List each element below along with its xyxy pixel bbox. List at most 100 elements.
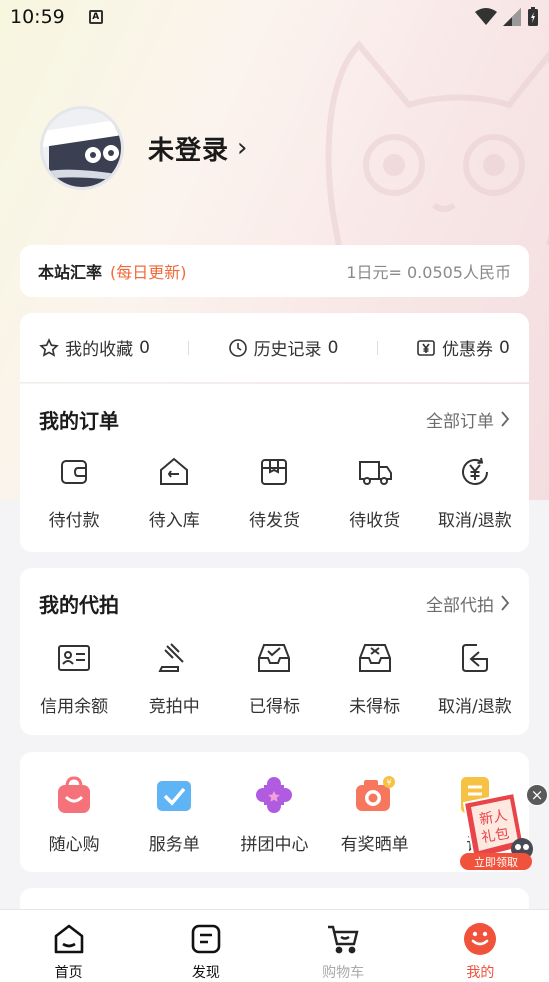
history-count: 0 (327, 337, 339, 358)
divider (376, 340, 378, 355)
order-pending-receipt[interactable]: 待收货 (325, 452, 425, 531)
coupon-link[interactable]: 优惠券 0 (416, 335, 510, 360)
tool-reward-review[interactable]: ¥ 有奖晒单 (325, 774, 425, 855)
coupon-label: 优惠券 (441, 340, 493, 360)
star-icon (39, 337, 60, 357)
chevron-right-icon (501, 411, 510, 427)
bids-header: 我的代拍 全部代拍 (20, 568, 529, 638)
tab-label: 我的 (466, 965, 495, 981)
orders-section: 我的订单 全部订单 待付款 待入库 待发货 待收货 取消/退款 (20, 384, 529, 552)
history-label: 历史记录 (253, 340, 322, 360)
bids-grid: 信用余额 竞拍中 已得标 未得标 取消/退款 (20, 638, 529, 717)
all-orders-link[interactable]: 全部订单 (426, 407, 510, 432)
tab-discover[interactable]: 发现 (137, 910, 274, 982)
tool-group-buy-center[interactable]: 拼团中心 (224, 774, 324, 855)
quick-links-bar: 我的收藏 0 历史记录 0 优惠券 0 (20, 313, 529, 383)
puzzle-icon (253, 774, 295, 816)
order-pending-payment[interactable]: 待付款 (24, 452, 124, 531)
new-user-gift-badge[interactable]: 新人 礼包 立即领取 (458, 789, 536, 873)
orders-header: 我的订单 全部订单 (20, 384, 529, 454)
bid-in-progress[interactable]: 竞拍中 (124, 638, 224, 717)
return-icon (455, 638, 495, 678)
bid-credit-balance[interactable]: 信用余额 (24, 638, 124, 717)
tab-home[interactable]: 首页 (0, 910, 137, 982)
tab-label: 发现 (191, 965, 220, 981)
wallet-icon (54, 452, 94, 492)
tab-profile[interactable]: 我的 (412, 910, 549, 982)
login-label[interactable]: 未登录 (148, 130, 229, 167)
bid-won[interactable]: 已得标 (224, 638, 324, 717)
order-item-label: 待收货 (349, 511, 401, 531)
all-bids-link[interactable]: 全部代拍 (426, 591, 510, 616)
inbox-check-icon (254, 638, 294, 678)
close-icon[interactable]: × (526, 784, 548, 806)
tool-random-buy[interactable]: 随心购 (24, 774, 124, 855)
tool-label: 随心购 (48, 835, 100, 855)
rate-hint: (每日更新) (110, 263, 187, 282)
favorites-link[interactable]: 我的收藏 0 (39, 335, 150, 360)
order-item-label: 待入库 (148, 511, 200, 531)
refund-icon (455, 452, 495, 492)
bid-item-label: 取消/退款 (437, 697, 512, 717)
bids-title: 我的代拍 (39, 592, 119, 617)
gavel-icon (154, 638, 194, 678)
rate-title: 本站汇率 (38, 263, 103, 282)
signal-icon (503, 8, 521, 26)
tool-label: 拼团中心 (240, 835, 309, 855)
notification-badge-icon: A (88, 10, 103, 24)
favorites-label: 我的收藏 (65, 340, 134, 360)
wifi-icon (475, 8, 497, 25)
chevron-right-icon (501, 595, 510, 611)
tab-label: 购物车 (322, 965, 365, 981)
order-pending-warehouse[interactable]: 待入库 (124, 452, 224, 531)
clock-icon (228, 338, 247, 357)
bid-item-label: 竞拍中 (148, 697, 200, 717)
tools-section: 随心购 服务单 拼团中心 ¥ 有奖晒单 评 (20, 752, 529, 872)
orders-grid: 待付款 待入库 待发货 待收货 取消/退款 (20, 452, 529, 531)
check-card-icon (153, 774, 195, 816)
tool-service-orders[interactable]: 服务单 (124, 774, 224, 855)
orders-title: 我的订单 (39, 408, 119, 433)
history-link[interactable]: 历史记录 0 (228, 335, 339, 360)
bottom-tab-bar: 首页 发现 购物车 我的 (0, 909, 549, 982)
bid-item-label: 信用余额 (40, 697, 109, 717)
coupon-icon (417, 339, 435, 356)
warehouse-icon (154, 452, 194, 492)
truck-icon (355, 452, 395, 492)
bid-lost[interactable]: 未得标 (325, 638, 425, 717)
status-time: 10:59 (10, 6, 65, 28)
box-icon (254, 452, 294, 492)
svg-text:¥: ¥ (386, 778, 391, 787)
cat-avatar-icon (43, 109, 121, 187)
home-icon (54, 924, 83, 954)
order-item-label: 待付款 (48, 511, 100, 531)
tab-cart[interactable]: 购物车 (275, 910, 412, 982)
avatar[interactable] (40, 106, 124, 190)
chevron-right-icon: › (237, 133, 248, 163)
cat-watermark-icon (325, 40, 549, 246)
order-pending-shipment[interactable]: 待发货 (224, 452, 324, 531)
exchange-rate-card: 本站汇率 (每日更新) 1日元= 0.0505人民币 (20, 245, 529, 297)
tool-label: 服务单 (148, 835, 200, 855)
cart-icon (328, 925, 359, 954)
divider (188, 340, 190, 355)
id-card-icon (54, 638, 94, 678)
coupon-count: 0 (498, 337, 510, 358)
profile-face-icon (464, 923, 497, 955)
order-item-label: 取消/退款 (437, 511, 512, 531)
tab-label: 首页 (54, 965, 83, 981)
bid-item-label: 未得标 (349, 697, 401, 717)
favorites-count: 0 (139, 337, 150, 358)
all-orders-label: 全部订单 (426, 411, 494, 432)
gift-action-label: 立即领取 (474, 855, 518, 869)
status-indicators (475, 7, 539, 27)
all-bids-label: 全部代拍 (426, 595, 494, 616)
bid-refund[interactable]: 取消/退款 (425, 638, 525, 717)
camera-icon: ¥ (354, 774, 396, 816)
bag-icon (53, 774, 95, 816)
discover-icon (191, 924, 221, 954)
order-item-label: 待发货 (248, 511, 300, 531)
profile-header[interactable]: 未登录 › (40, 106, 247, 190)
tools-grid: 随心购 服务单 拼团中心 ¥ 有奖晒单 评 (20, 774, 529, 855)
order-refund[interactable]: 取消/退款 (425, 452, 525, 531)
